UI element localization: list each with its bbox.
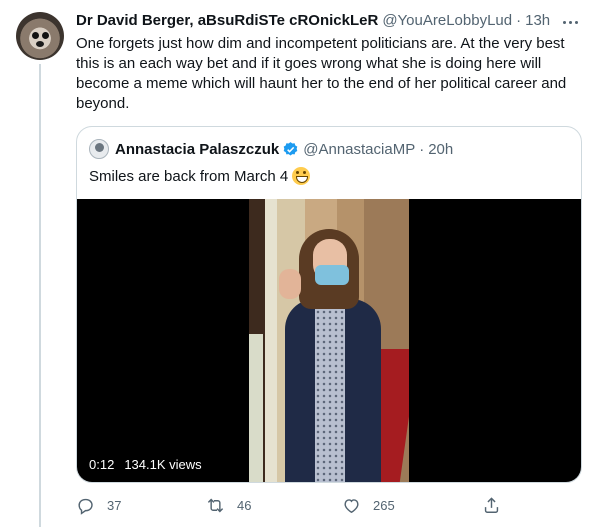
tweet-timestamp[interactable]: 13h bbox=[525, 12, 550, 29]
heart-icon bbox=[344, 499, 359, 514]
thread-line bbox=[39, 64, 41, 527]
avatar-eye bbox=[42, 32, 49, 39]
like-count: 265 bbox=[373, 498, 395, 513]
tweet-header: Dr David Berger, aBsuRdiSTe cROnickLeR @… bbox=[76, 12, 556, 29]
video-info-badge: 0:12 134.1K views bbox=[89, 457, 212, 472]
reply-icon bbox=[78, 498, 93, 515]
video-views: 134.1K views bbox=[124, 457, 202, 472]
more-options-icon[interactable] bbox=[560, 14, 580, 30]
share-button[interactable] bbox=[482, 496, 501, 515]
retweet-button[interactable]: 46 bbox=[206, 496, 251, 515]
separator-dot: · bbox=[516, 12, 522, 29]
like-button[interactable]: 265 bbox=[342, 496, 395, 515]
video-frame bbox=[249, 199, 409, 482]
retweet-count: 46 bbox=[237, 498, 252, 513]
quoted-author-avatar bbox=[89, 139, 109, 159]
share-icon bbox=[484, 497, 499, 513]
reply-count: 37 bbox=[107, 498, 122, 513]
quoted-tweet[interactable]: Annastacia Palaszczuk @AnnastaciaMP · 20… bbox=[76, 126, 582, 483]
author-display-name[interactable]: Dr David Berger, aBsuRdiSTe cROnickLeR bbox=[76, 12, 378, 29]
video-player[interactable]: 0:12 134.1K views bbox=[77, 199, 581, 482]
verified-badge-icon bbox=[283, 142, 298, 156]
quoted-author-display-name: Annastacia Palaszczuk bbox=[115, 141, 280, 158]
author-handle[interactable]: @YouAreLobbyLud bbox=[382, 12, 512, 29]
quoted-tweet-text: Smiles are back from March 4 bbox=[89, 167, 289, 185]
quoted-tweet-text-row: Smiles are back from March 4 bbox=[89, 167, 311, 185]
video-duration: 0:12 bbox=[89, 457, 115, 472]
retweet-icon bbox=[207, 498, 224, 513]
reply-button[interactable]: 37 bbox=[76, 496, 121, 515]
tweet-text: One forgets just how dim and incompetent… bbox=[76, 35, 567, 112]
separator-dot: · bbox=[419, 141, 425, 158]
tweet-actions: 37 46 265 bbox=[76, 496, 516, 518]
quoted-author-handle: @AnnastaciaMP bbox=[303, 141, 416, 158]
grinning-face-emoji-icon bbox=[292, 167, 311, 185]
avatar-nose bbox=[36, 41, 44, 47]
quoted-tweet-timestamp: 20h bbox=[428, 141, 454, 158]
quoted-tweet-header: Annastacia Palaszczuk @AnnastaciaMP · 20… bbox=[115, 141, 453, 158]
avatar-eye bbox=[32, 32, 39, 39]
author-avatar[interactable] bbox=[16, 12, 64, 60]
